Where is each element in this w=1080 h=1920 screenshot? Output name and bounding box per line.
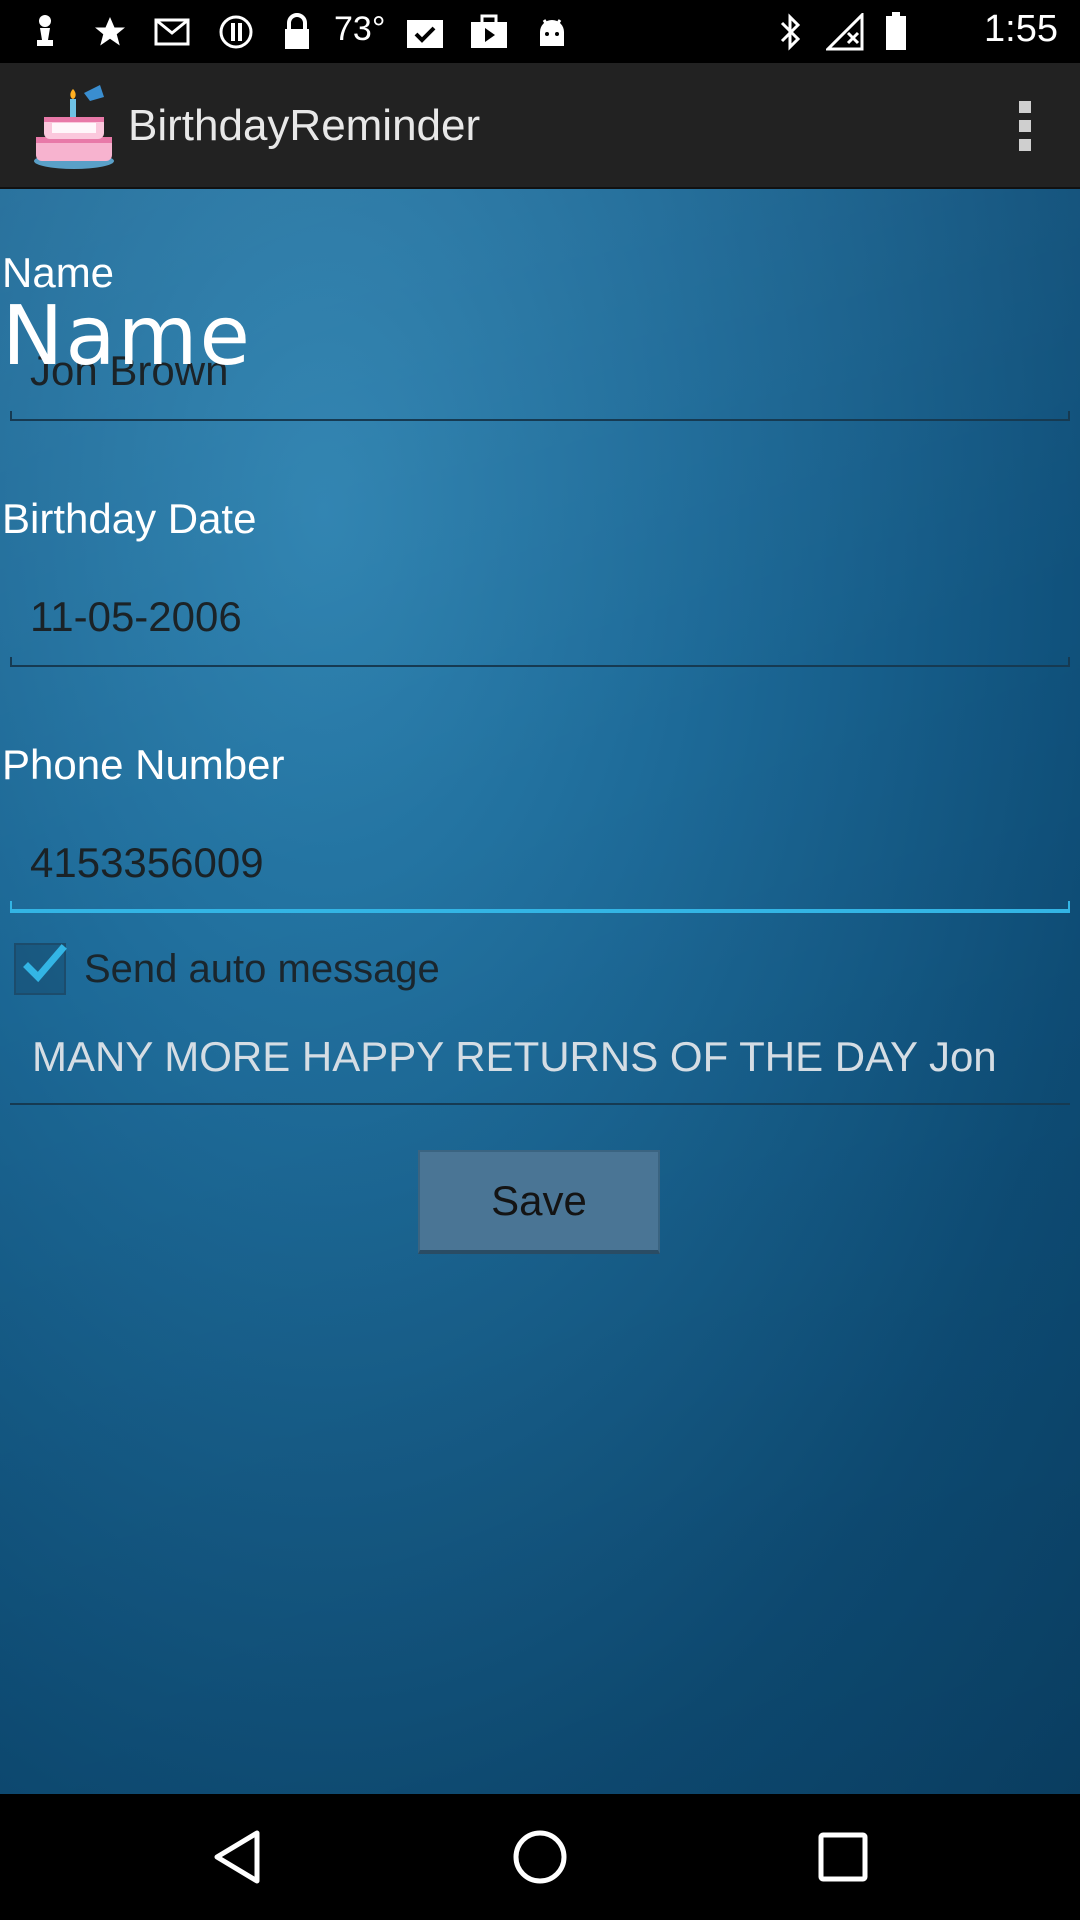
phone-number-label: Phone Number [2, 741, 285, 788]
recents-icon[interactable] [810, 1824, 876, 1890]
chess-pawn-icon [30, 12, 60, 52]
message-field-underline [10, 1103, 1070, 1105]
name-overlay-text: Name [2, 289, 252, 384]
mail-icon [152, 12, 192, 52]
briefcase-play-icon [468, 12, 510, 52]
send-auto-message-checkbox[interactable] [14, 943, 67, 995]
birthday-form: Name Name Jon Brown Birthday Date 11-05-… [0, 189, 1080, 1794]
bluetooth-icon [776, 12, 806, 52]
name-field-underline [10, 411, 1070, 421]
birthday-date-value: 11-05-2006 [30, 593, 242, 640]
clipboard-check-icon [404, 12, 446, 52]
home-icon[interactable] [507, 1824, 573, 1890]
info-circle-icon [216, 12, 256, 52]
overflow-menu-icon[interactable] [1000, 95, 1050, 157]
phone-number-underline [10, 901, 1070, 913]
app-title: BirthdayReminder [128, 101, 481, 150]
save-button[interactable]: Save [418, 1150, 660, 1254]
status-bar: 73° 1:55 [0, 0, 1080, 63]
birthday-cake-icon[interactable] [30, 83, 118, 171]
signal-off-icon [824, 12, 868, 52]
phone-number-field[interactable]: 4153356009 [10, 833, 1070, 913]
birthday-date-underline [10, 657, 1070, 667]
lock-icon [280, 12, 314, 52]
action-bar: BirthdayReminder [0, 63, 1080, 189]
phone-number-value: 4153356009 [30, 839, 264, 886]
checkmark-icon [23, 944, 67, 983]
message-field[interactable]: MANY MORE HAPPY RETURNS OF THE DAY Jon [10, 1029, 1070, 1105]
birthday-date-label: Birthday Date [2, 495, 257, 542]
temperature-text: 73° [334, 10, 386, 48]
clock-text: 1:55 [984, 8, 1058, 50]
battery-icon [882, 12, 910, 52]
birthday-date-field[interactable]: 11-05-2006 [10, 587, 1070, 667]
android-icon [532, 12, 572, 52]
send-auto-message-label: Send auto message [84, 946, 440, 991]
back-icon[interactable] [204, 1824, 270, 1890]
star-icon [90, 12, 130, 52]
send-auto-message-row[interactable]: Send auto message [14, 939, 440, 999]
message-field-value: MANY MORE HAPPY RETURNS OF THE DAY Jon [32, 1033, 997, 1080]
navigation-bar [0, 1794, 1080, 1920]
